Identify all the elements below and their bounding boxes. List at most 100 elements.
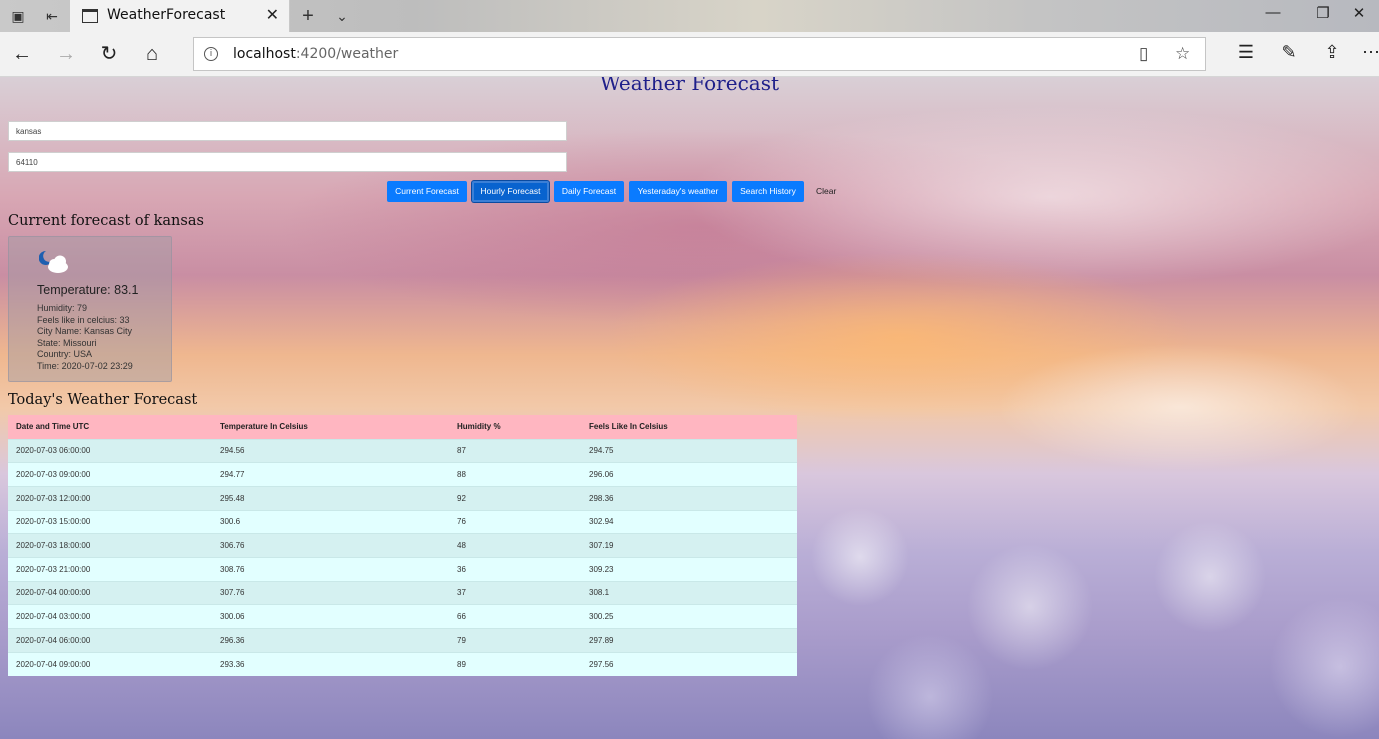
temperature-text: Temperature: 83.1 [37,283,139,297]
cell-humidity: 89 [449,651,581,676]
cell-humidity: 87 [449,438,581,463]
partly-cloudy-night-icon [39,250,68,273]
browser-tab-bar: ▣ ⇤ WeatherForecast ✕ + ⌄ — ❐ ✕ [0,0,1379,32]
todays-forecast-heading: Today's Weather Forecast [8,392,198,408]
cell-datetime: 2020-07-03 15:00:00 [8,509,212,534]
clear-button[interactable]: Clear [816,181,836,202]
reading-view-icon[interactable]: ▯ [1139,44,1148,64]
state-text: State: Missouri [37,337,97,348]
table-row: 2020-07-03 09:00:00 294.77 88 296.06 [8,462,797,487]
cell-temperature: 300.6 [212,509,449,534]
cell-humidity: 76 [449,509,581,534]
close-window-icon[interactable]: ✕ [1339,4,1379,22]
cell-humidity: 48 [449,533,581,558]
cell-temperature: 300.06 [212,604,449,629]
table-row: 2020-07-03 18:00:00 306.76 48 307.19 [8,533,797,558]
cell-datetime: 2020-07-03 06:00:00 [8,438,212,463]
cell-feels-like: 307.19 [581,533,797,558]
column-header-temperature: Temperature In Celsius [212,415,449,439]
url-text: localhost:4200/weather [233,46,399,62]
cell-humidity: 79 [449,628,581,653]
cell-feels-like: 297.56 [581,651,797,676]
cell-datetime: 2020-07-04 03:00:00 [8,604,212,629]
cell-datetime: 2020-07-03 18:00:00 [8,533,212,558]
favorites-list-icon[interactable]: ☰ [1233,42,1259,63]
table-row: 2020-07-03 12:00:00 295.48 92 298.36 [8,485,797,511]
address-bar[interactable]: i localhost:4200/weather ▯ ☆ [193,37,1206,71]
forward-icon[interactable]: → [53,41,79,67]
forecast-table-body: 2020-07-03 06:00:00 294.56 87 294.75 2020-07… [8,438,797,676]
new-tab-icon[interactable]: + [298,6,318,26]
cell-temperature: 293.36 [212,651,449,676]
table-row: 2020-07-03 15:00:00 300.6 76 302.94 [8,509,797,534]
table-row: 2020-07-03 06:00:00 294.56 87 294.75 [8,438,797,463]
home-icon[interactable]: ⌂ [139,41,165,67]
cell-temperature: 306.76 [212,533,449,558]
more-icon[interactable]: ⋯ [1358,42,1379,63]
daily-forecast-button[interactable]: Daily Forecast [554,181,624,202]
page-icon [82,9,98,23]
cell-datetime: 2020-07-04 06:00:00 [8,628,212,653]
cell-humidity: 66 [449,604,581,629]
close-tab-icon[interactable]: ✕ [266,5,279,25]
cell-temperature: 294.77 [212,462,449,487]
cell-humidity: 92 [449,485,581,511]
search-history-button[interactable]: Search History [732,181,804,202]
country-text: Country: USA [37,349,93,359]
table-row: 2020-07-04 00:00:00 307.76 37 308.1 [8,580,797,605]
cell-feels-like: 297.89 [581,628,797,653]
tab-actions-icon[interactable]: ▣ [8,6,28,26]
current-forecast-card: Temperature: 83.1 Humidity: 79 Feels lik… [8,236,172,382]
city-name-text: City Name: Kansas City [37,326,133,336]
cell-feels-like: 302.94 [581,509,797,534]
cell-humidity: 88 [449,462,581,487]
page-title: Weather Forecast [599,77,779,95]
browser-tab[interactable]: WeatherForecast ✕ [70,0,290,32]
cell-datetime: 2020-07-04 00:00:00 [8,580,212,605]
column-header-feels-like: Feels Like In Celsius [581,415,797,439]
cell-humidity: 36 [449,556,581,582]
humidity-text: Humidity: 79 [37,303,88,313]
table-row: 2020-07-03 21:00:00 308.76 36 309.23 [8,556,797,582]
cell-temperature: 308.76 [212,556,449,582]
cell-feels-like: 298.36 [581,485,797,511]
table-header-row: Date and Time UTC Temperature In Celsius… [8,415,797,439]
cell-feels-like: 309.23 [581,556,797,582]
cell-feels-like: 296.06 [581,462,797,487]
hourly-forecast-button[interactable]: Hourly Forecast [472,181,549,202]
table-row: 2020-07-04 09:00:00 293.36 89 297.56 [8,651,797,676]
set-tabs-aside-icon[interactable]: ⇤ [42,6,62,26]
cell-datetime: 2020-07-03 12:00:00 [8,485,212,511]
zip-input[interactable]: 64110 [8,152,567,172]
current-forecast-button[interactable]: Current Forecast [387,181,467,202]
browser-nav-bar: ← → ↻ ⌂ i localhost:4200/weather ▯ ☆ ☰ ✎… [0,32,1379,77]
forecast-table: Date and Time UTC Temperature In Celsius… [8,415,797,676]
column-header-datetime: Date and Time UTC [8,415,212,439]
restore-icon[interactable]: ❐ [1303,4,1343,22]
cell-feels-like: 294.75 [581,438,797,463]
pen-icon[interactable]: ✎ [1276,42,1302,63]
cell-temperature: 294.56 [212,438,449,463]
info-icon[interactable]: i [204,47,218,61]
cell-datetime: 2020-07-04 09:00:00 [8,651,212,676]
cell-humidity: 37 [449,580,581,605]
cell-datetime: 2020-07-03 09:00:00 [8,462,212,487]
page-content: Weather Forecast kansas 64110 Current Fo… [0,77,1379,739]
cell-feels-like: 308.1 [581,580,797,605]
share-icon[interactable]: ⇪ [1319,42,1345,63]
minimize-icon[interactable]: — [1253,4,1293,21]
cell-feels-like: 300.25 [581,604,797,629]
chevron-down-icon[interactable]: ⌄ [332,6,352,26]
yesterdays-weather-button[interactable]: Yesteraday's weather [629,181,727,202]
back-icon[interactable]: ← [9,41,35,67]
cell-temperature: 307.76 [212,580,449,605]
table-row: 2020-07-04 06:00:00 296.36 79 297.89 [8,628,797,653]
time-text: Time: 2020-07-02 23:29 [37,360,133,371]
tab-title: WeatherForecast [107,7,226,23]
city-input[interactable]: kansas [8,121,567,141]
refresh-icon[interactable]: ↻ [96,41,122,67]
cell-temperature: 295.48 [212,485,449,511]
cell-temperature: 296.36 [212,628,449,653]
table-row: 2020-07-04 03:00:00 300.06 66 300.25 [8,604,797,629]
favorite-star-icon[interactable]: ☆ [1175,44,1190,64]
